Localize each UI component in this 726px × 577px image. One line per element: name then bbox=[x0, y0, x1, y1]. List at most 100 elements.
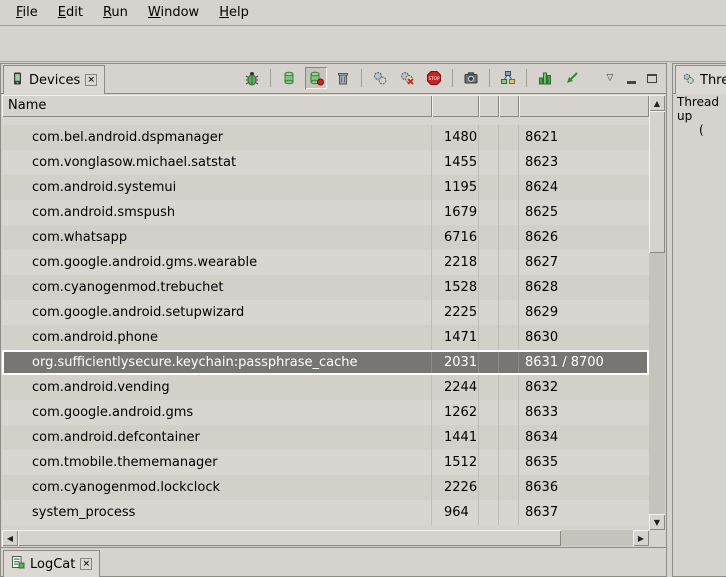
left-column: Devices bbox=[0, 63, 667, 577]
empty-cell bbox=[499, 450, 519, 475]
device-pid: 12623 bbox=[432, 400, 479, 425]
table-row[interactable]: com.google.android.setupwizard 22250 862… bbox=[2, 300, 649, 325]
empty-cell bbox=[499, 425, 519, 450]
devices-panel: Devices bbox=[0, 63, 667, 548]
empty-cell bbox=[499, 350, 519, 375]
column-header-pid[interactable] bbox=[432, 95, 479, 117]
empty-cell bbox=[499, 125, 519, 150]
empty-cell bbox=[479, 475, 499, 500]
device-name: com.android.defcontainer bbox=[2, 425, 432, 450]
table-row[interactable]: com.android.systemui 1195 8624 bbox=[2, 175, 649, 200]
device-name: com.android.smspush bbox=[2, 200, 432, 225]
capture-trace-icon[interactable] bbox=[534, 67, 556, 89]
table-row[interactable]: com.android.smspush 1679 8625 bbox=[2, 200, 649, 225]
table-row[interactable]: org.sufficientlysecure.keychain:passphra… bbox=[2, 350, 649, 375]
device-pid: 1480 bbox=[432, 125, 479, 150]
device-name: com.whatsapp bbox=[2, 225, 432, 250]
vertical-scrollbar-thumb[interactable] bbox=[649, 111, 665, 253]
device-port: 8628 bbox=[519, 275, 649, 300]
table-row[interactable]: com.android.defcontainer 14411 8634 bbox=[2, 425, 649, 450]
device-pid: 22250 bbox=[432, 300, 479, 325]
menu-edit[interactable]: Edit bbox=[48, 2, 93, 23]
device-port: 8624 bbox=[519, 175, 649, 200]
scroll-down-icon[interactable]: ▼ bbox=[649, 514, 665, 530]
menu-run[interactable]: Run bbox=[93, 2, 138, 23]
table-row[interactable]: com.bel.android.dspmanager 1480 8621 bbox=[2, 125, 649, 150]
scroll-left-icon[interactable]: ◀ bbox=[2, 530, 18, 546]
menu-help[interactable]: Help bbox=[209, 2, 259, 23]
device-pid: 6716 bbox=[432, 225, 479, 250]
dump-hprof-icon[interactable] bbox=[305, 67, 327, 89]
device-table-body: com.bel.android.dspmanager 1480 8621 com… bbox=[2, 117, 649, 530]
threads-message-line2: ( bbox=[677, 123, 726, 137]
tab-logcat[interactable]: LogCat bbox=[3, 550, 100, 577]
device-pid: 1679 bbox=[432, 200, 479, 225]
tab-threads[interactable]: Threads bbox=[675, 65, 726, 94]
maximize-icon[interactable] bbox=[644, 70, 660, 86]
empty-cell bbox=[499, 325, 519, 350]
scroll-up-icon[interactable]: ▲ bbox=[649, 95, 665, 111]
empty-cell bbox=[479, 400, 499, 425]
empty-cell bbox=[499, 250, 519, 275]
menu-file[interactable]: File bbox=[6, 2, 48, 23]
device-name: com.android.systemui bbox=[2, 175, 432, 200]
horizontal-scrollbar-thumb[interactable] bbox=[18, 530, 561, 546]
close-icon[interactable] bbox=[80, 558, 92, 570]
devices-tab-label: Devices bbox=[29, 73, 80, 88]
device-name: com.cyanogenmod.lockclock bbox=[2, 475, 432, 500]
table-row[interactable]: com.google.android.gms.wearable 22185 86… bbox=[2, 250, 649, 275]
column-header-port[interactable] bbox=[519, 95, 649, 117]
table-row[interactable]: system_process 964 8637 bbox=[2, 500, 649, 525]
vertical-scrollbar[interactable]: ▲ ▼ bbox=[649, 95, 665, 530]
table-row[interactable]: com.cyanogenmod.lockclock 22265 8636 bbox=[2, 475, 649, 500]
device-pid: 1195 bbox=[432, 175, 479, 200]
device-pid: 22265 bbox=[432, 475, 479, 500]
view-hierarchy-icon[interactable] bbox=[497, 67, 519, 89]
table-row[interactable]: com.google.android.gms 12623 8633 bbox=[2, 400, 649, 425]
close-icon[interactable] bbox=[85, 74, 97, 86]
device-port: 8623 bbox=[519, 150, 649, 175]
column-header-name[interactable]: Name bbox=[2, 95, 432, 117]
device-port: 8630 bbox=[519, 325, 649, 350]
table-row[interactable]: com.vonglasow.michael.satstat 14553 8623 bbox=[2, 150, 649, 175]
empty-cell bbox=[499, 475, 519, 500]
horizontal-scrollbar[interactable]: ◀ ▶ bbox=[2, 530, 649, 546]
device-port: 8625 bbox=[519, 200, 649, 225]
update-threads-icon[interactable] bbox=[369, 67, 391, 89]
table-row[interactable]: com.cyanogenmod.trebuchet 1528 8628 bbox=[2, 275, 649, 300]
device-name: com.cyanogenmod.trebuchet bbox=[2, 275, 432, 300]
view-menu-icon[interactable]: ▽ bbox=[602, 70, 618, 86]
opengl-trace-icon[interactable] bbox=[561, 67, 583, 89]
empty-cell bbox=[479, 225, 499, 250]
logcat-bar: LogCat bbox=[0, 548, 667, 577]
empty-cell bbox=[479, 200, 499, 225]
cause-gc-icon[interactable] bbox=[332, 67, 354, 89]
table-row[interactable]: com.tmobile.thememanager 1512 8635 bbox=[2, 450, 649, 475]
threads-tab-icon bbox=[682, 72, 695, 89]
stop-process-icon[interactable]: STOP bbox=[423, 67, 445, 89]
device-port: 8636 bbox=[519, 475, 649, 500]
update-heap-icon[interactable] bbox=[278, 67, 300, 89]
device-port: 8637 bbox=[519, 500, 649, 525]
column-header-blank1[interactable] bbox=[479, 95, 499, 117]
empty-cell bbox=[479, 500, 499, 525]
device-pid: 1471 bbox=[432, 325, 479, 350]
toolbar-separator bbox=[361, 69, 362, 87]
stop-profiling-icon[interactable] bbox=[396, 67, 418, 89]
menu-window[interactable]: Window bbox=[138, 2, 209, 23]
screen-capture-icon[interactable] bbox=[460, 67, 482, 89]
tab-devices[interactable]: Devices bbox=[3, 65, 105, 94]
table-row[interactable]: com.android.vending 22440 8632 bbox=[2, 375, 649, 400]
device-pid: 14411 bbox=[432, 425, 479, 450]
device-port: 8621 bbox=[519, 125, 649, 150]
empty-cell bbox=[499, 375, 519, 400]
partial-row-spacer bbox=[2, 117, 649, 125]
table-row[interactable]: com.android.phone 1471 8630 bbox=[2, 325, 649, 350]
column-header-blank2[interactable] bbox=[499, 95, 519, 117]
minimize-icon[interactable] bbox=[623, 70, 639, 86]
table-row[interactable]: com.whatsapp 6716 8626 bbox=[2, 225, 649, 250]
device-port: 8633 bbox=[519, 400, 649, 425]
empty-cell bbox=[479, 450, 499, 475]
debug-icon[interactable] bbox=[241, 67, 263, 89]
scroll-right-icon[interactable]: ▶ bbox=[633, 530, 649, 546]
